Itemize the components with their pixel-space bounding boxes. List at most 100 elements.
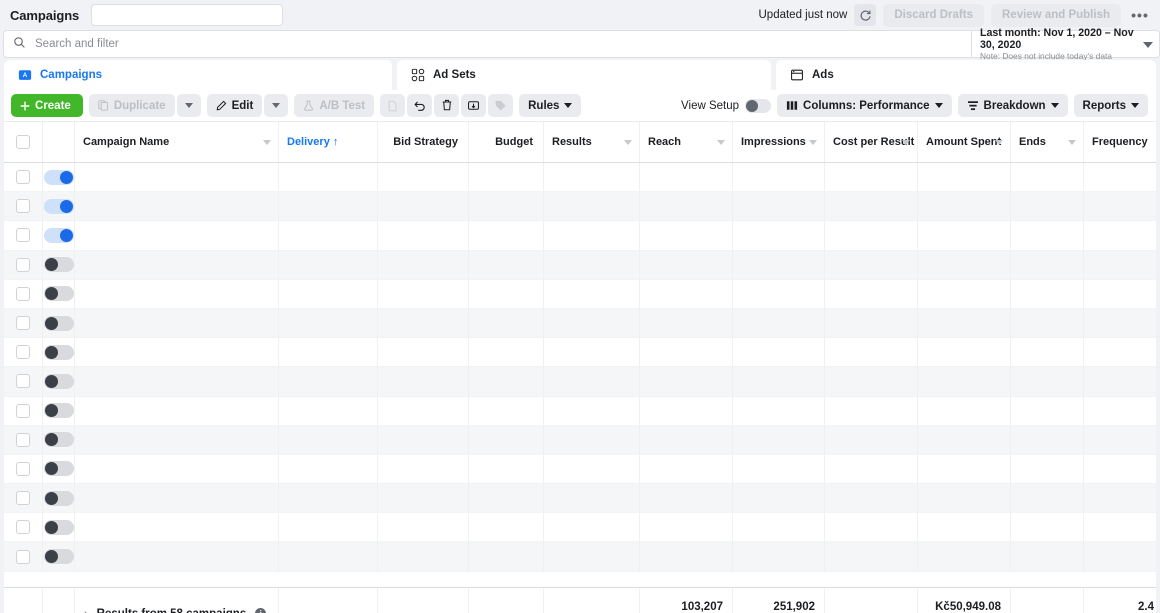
pencil-icon	[216, 100, 226, 111]
column-header-checkbox[interactable]	[4, 122, 43, 162]
page-copy-button[interactable]	[380, 94, 406, 117]
row-checkbox-cell	[4, 513, 43, 542]
table-row[interactable]	[4, 308, 1156, 339]
campaign-status-toggle[interactable]	[43, 198, 74, 214]
table-row[interactable]	[4, 250, 1156, 280]
campaign-status-toggle[interactable]	[43, 344, 74, 360]
create-button[interactable]: Create	[11, 94, 83, 117]
select-all-checkbox[interactable]	[16, 135, 30, 149]
table-row[interactable]	[4, 425, 1156, 455]
tab-ad-sets[interactable]: Ad Sets	[397, 60, 771, 90]
table-row[interactable]	[4, 192, 1156, 222]
refresh-icon[interactable]	[854, 4, 877, 26]
campaign-status-toggle[interactable]	[43, 432, 74, 448]
table-row[interactable]	[4, 221, 1156, 251]
row-checkbox[interactable]	[16, 286, 30, 301]
column-menu-chevron-down-icon[interactable]	[717, 140, 725, 145]
undo-button[interactable]	[407, 94, 433, 117]
discard-drafts-button[interactable]: Discard Drafts	[883, 3, 984, 27]
column-header-toggle[interactable]	[43, 122, 75, 162]
row-checkbox[interactable]	[16, 520, 30, 535]
export-button[interactable]	[461, 94, 487, 117]
table-row[interactable]	[4, 542, 1156, 572]
campaign-status-toggle[interactable]	[43, 549, 74, 565]
column-header-impressions[interactable]: Impressions	[733, 122, 825, 162]
account-select-field[interactable]	[91, 4, 284, 26]
date-range-picker[interactable]: Last month: Nov 1, 2020 – Nov 30, 2020 N…	[972, 28, 1160, 60]
column-header-amount_spent[interactable]: Amount Spent	[918, 122, 1011, 162]
reports-button[interactable]: Reports	[1073, 94, 1148, 117]
cell-amount_spent	[918, 250, 1011, 279]
row-checkbox[interactable]	[16, 432, 30, 447]
duplicate-button[interactable]: Duplicate	[88, 94, 175, 117]
table-row[interactable]	[4, 454, 1156, 485]
row-checkbox[interactable]	[16, 228, 30, 243]
duplicate-dropdown-button[interactable]	[176, 94, 201, 117]
review-and-publish-button[interactable]: Review and Publish	[991, 3, 1121, 27]
column-menu-chevron-down-icon[interactable]	[995, 140, 1003, 145]
column-menu-chevron-down-icon[interactable]	[809, 140, 817, 145]
cell-reach	[640, 513, 733, 542]
campaign-status-toggle[interactable]	[43, 461, 74, 477]
column-header-bid_strategy[interactable]: Bid Strategy	[378, 122, 469, 162]
campaign-status-toggle[interactable]	[43, 315, 74, 331]
column-header-frequency[interactable]: Frequency	[1084, 122, 1156, 162]
campaign-status-toggle[interactable]	[43, 169, 74, 185]
column-menu-chevron-down-icon[interactable]	[902, 140, 910, 145]
info-icon[interactable]: i	[255, 608, 267, 613]
row-checkbox[interactable]	[16, 403, 30, 418]
more-options-icon[interactable]: •••	[1128, 4, 1152, 26]
tab-ads[interactable]: Ads	[776, 60, 1156, 90]
table-row[interactable]	[4, 484, 1156, 514]
campaign-status-toggle[interactable]	[43, 373, 74, 389]
column-header-cost_per_result[interactable]: Cost per Result	[825, 122, 918, 162]
results-summary-label[interactable]: › Results from 58 campaigns i	[84, 608, 267, 613]
column-menu-chevron-down-icon[interactable]	[1068, 140, 1076, 145]
table-row[interactable]	[4, 396, 1156, 426]
delete-button[interactable]	[434, 94, 460, 117]
cell-ends	[1011, 308, 1084, 338]
column-header-delivery[interactable]: Delivery ↑	[279, 122, 378, 162]
row-checkbox[interactable]	[16, 549, 30, 564]
campaign-status-toggle[interactable]	[43, 403, 74, 419]
search-input[interactable]: Search and filter	[35, 38, 119, 50]
row-checkbox[interactable]	[16, 199, 30, 214]
edit-dropdown-button[interactable]	[264, 94, 289, 117]
row-checkbox[interactable]	[16, 170, 30, 185]
cell-reach	[640, 425, 733, 454]
column-menu-chevron-down-icon[interactable]	[263, 140, 271, 145]
tag-button[interactable]	[488, 94, 514, 117]
search-and-filter-box[interactable]: Search and filter	[3, 30, 972, 58]
row-checkbox[interactable]	[16, 461, 30, 476]
column-menu-chevron-down-icon[interactable]	[624, 140, 632, 145]
rules-button[interactable]: Rules	[519, 94, 582, 117]
campaign-status-toggle[interactable]	[43, 490, 74, 506]
edit-button[interactable]: Edit	[206, 94, 263, 117]
row-checkbox[interactable]	[16, 316, 30, 331]
columns-button[interactable]: Columns: Performance	[777, 94, 952, 117]
row-checkbox[interactable]	[16, 257, 30, 272]
table-row[interactable]	[4, 338, 1156, 368]
row-checkbox[interactable]	[16, 374, 30, 389]
table-row[interactable]	[4, 163, 1156, 193]
column-header-campaign_name[interactable]: Campaign Name	[75, 122, 279, 162]
table-row[interactable]	[4, 367, 1156, 397]
chevron-right-icon[interactable]: ›	[84, 608, 88, 613]
ab-test-button[interactable]: A/B Test	[294, 94, 375, 117]
chevron-down-icon	[272, 103, 281, 108]
row-checkbox[interactable]	[16, 345, 30, 360]
campaign-status-toggle[interactable]	[43, 286, 74, 302]
column-header-results[interactable]: Results	[544, 122, 640, 162]
table-row[interactable]	[4, 279, 1156, 309]
column-header-budget[interactable]: Budget	[469, 122, 544, 162]
campaign-status-toggle[interactable]	[43, 519, 74, 535]
column-header-reach[interactable]: Reach	[640, 122, 733, 162]
table-row[interactable]	[4, 513, 1156, 543]
campaign-status-toggle[interactable]	[43, 257, 74, 273]
row-checkbox[interactable]	[16, 491, 30, 506]
tab-campaigns[interactable]: A Campaigns	[4, 60, 392, 90]
column-header-ends[interactable]: Ends	[1011, 122, 1084, 162]
view-setup-toggle[interactable]	[745, 98, 772, 113]
campaign-status-toggle[interactable]	[43, 227, 74, 243]
breakdown-button[interactable]: Breakdown	[957, 94, 1068, 117]
